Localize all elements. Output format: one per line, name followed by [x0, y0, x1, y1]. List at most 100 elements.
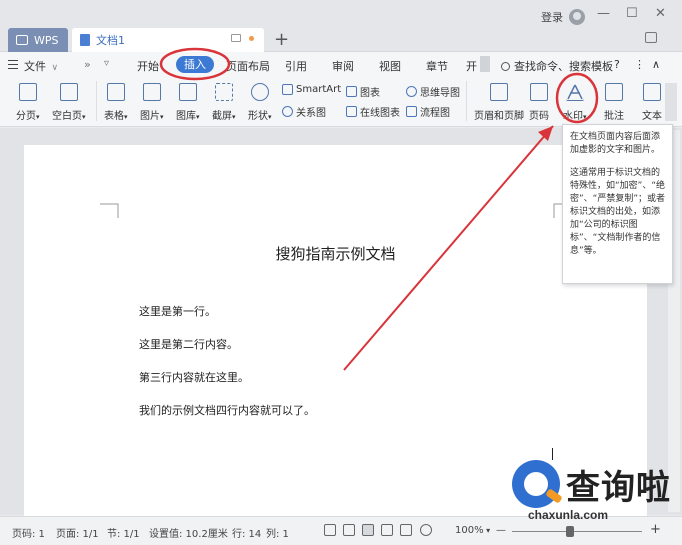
- monitor-icon[interactable]: [231, 34, 241, 42]
- new-tab-button[interactable]: +: [274, 29, 289, 50]
- header-footer-label: 页眉和页脚: [474, 111, 524, 122]
- chart-icon: [346, 86, 357, 97]
- site-logo: 查询啦 chaxunla.com: [508, 456, 676, 522]
- menu-bar: 文件 ∨ » ▿ 开始 插入 页面布局 引用 审阅 视图 章节 开 查找命令、搜…: [0, 52, 682, 77]
- document-line-1[interactable]: 这里是第一行。: [139, 303, 216, 319]
- header-footer-button[interactable]: 页眉和页脚: [474, 83, 524, 122]
- collapse-ribbon-button[interactable]: ∧: [652, 58, 660, 71]
- comment-button[interactable]: 批注: [604, 83, 624, 122]
- tab-wps-home[interactable]: WPS: [8, 28, 68, 52]
- help-button[interactable]: ?: [614, 58, 620, 71]
- chart-label: 图表: [360, 88, 380, 99]
- document-line-4[interactable]: 我们的示例文档四行内容就可以了。: [139, 402, 315, 418]
- search-icon: [501, 61, 510, 71]
- menu-file-label: 文件: [24, 60, 46, 73]
- screenshot-icon: [214, 83, 233, 101]
- menu-more-button[interactable]: »: [84, 58, 91, 71]
- hamburger-icon[interactable]: [8, 60, 18, 69]
- smartart-label: SmartArt: [296, 84, 342, 95]
- login-button[interactable]: 登录: [541, 9, 585, 25]
- page-break-label: 分页: [16, 111, 36, 122]
- chart-button[interactable]: 图表: [346, 84, 380, 99]
- menu-tab-home[interactable]: 开始: [137, 58, 159, 74]
- document-line-2[interactable]: 这里是第二行内容。: [139, 336, 238, 352]
- menu-tab-page-layout[interactable]: 页面布局: [226, 58, 270, 74]
- picture-label: 图片: [140, 111, 160, 122]
- zoom-level-value: 100%: [455, 525, 484, 536]
- menu-scroll-icon[interactable]: [480, 56, 490, 72]
- flowchart-button[interactable]: 流程图: [406, 104, 450, 119]
- table-button[interactable]: 表格▾: [104, 83, 128, 122]
- textbox-button[interactable]: 文本: [642, 83, 662, 122]
- document-line-3[interactable]: 第三行内容就在这里。: [139, 369, 249, 385]
- menu-tab-insert[interactable]: 插入: [176, 56, 214, 73]
- mindmap-button[interactable]: 思维导图: [406, 84, 460, 99]
- web-view-icon[interactable]: [400, 524, 412, 536]
- menu-tab-review[interactable]: 审阅: [332, 58, 354, 74]
- reading-view-icon[interactable]: [343, 524, 355, 536]
- command-search[interactable]: 查找命令、搜索模板: [501, 58, 613, 74]
- menu-tab-chapter[interactable]: 章节: [426, 58, 448, 74]
- blank-page-icon: [59, 83, 78, 101]
- header-footer-icon: [490, 83, 508, 101]
- screenshot-button[interactable]: 截屏▾: [212, 83, 236, 122]
- zoom-in-button[interactable]: +: [650, 522, 661, 537]
- relation-chart-button[interactable]: 关系图: [282, 104, 326, 119]
- chevron-down-icon: ∨: [51, 63, 59, 73]
- status-pages[interactable]: 页面: 1/1: [56, 525, 99, 540]
- smartart-button[interactable]: SmartArt: [282, 84, 341, 95]
- watermark-tooltip: 水印 在文档页面内容后面添加虚影的文字和图片。 这通常用于标识文档的特殊性，如“…: [562, 124, 673, 284]
- status-column: 列: 1: [266, 529, 289, 540]
- online-chart-button[interactable]: 在线图表: [346, 104, 400, 119]
- maximize-button[interactable]: ☐: [626, 6, 638, 21]
- logo-url: chaxunla.com: [528, 508, 609, 522]
- title-bar: WPS 文档1 + 登录 — ☐ ✕: [0, 0, 682, 52]
- sidebar-toggle-icon[interactable]: [645, 32, 657, 43]
- outline-view-icon[interactable]: [381, 524, 393, 536]
- menu-tab-view[interactable]: 视图: [379, 58, 401, 74]
- gallery-label: 图库: [176, 111, 196, 122]
- menu-file[interactable]: 文件 ∨: [24, 58, 58, 74]
- zoom-out-button[interactable]: —: [496, 525, 506, 536]
- page-number-button[interactable]: 页码: [529, 83, 549, 122]
- avatar-icon: [569, 9, 585, 25]
- quick-dropdown-icon[interactable]: ▿: [104, 58, 109, 69]
- menu-tab-references[interactable]: 引用: [285, 58, 307, 74]
- login-label: 登录: [541, 11, 563, 24]
- page-break-button[interactable]: 分页▾: [16, 83, 40, 122]
- shape-label: 形状: [248, 111, 268, 122]
- shape-button[interactable]: 形状▾: [248, 83, 272, 122]
- close-button[interactable]: ✕: [655, 6, 666, 21]
- status-row: 行: 14: [232, 529, 262, 540]
- eye-protection-icon[interactable]: [420, 524, 432, 536]
- wps-icon: [16, 35, 28, 45]
- document-title[interactable]: 搜狗指南示例文档: [24, 243, 647, 264]
- more-options-icon[interactable]: ⋮: [634, 58, 645, 71]
- tab-document[interactable]: 文档1: [72, 28, 264, 52]
- table-icon: [106, 83, 125, 101]
- watermark-label: 水印: [563, 111, 583, 122]
- magnifier-logo-icon: [512, 460, 560, 508]
- fullscreen-view-icon[interactable]: [324, 524, 336, 536]
- watermark-icon: [565, 83, 584, 101]
- zoom-level[interactable]: 100% ▾: [455, 525, 490, 536]
- blank-page-button[interactable]: 空白页▾: [52, 83, 86, 122]
- gallery-button[interactable]: 图库▾: [176, 83, 200, 122]
- textbox-icon: [643, 83, 661, 101]
- zoom-slider[interactable]: [512, 531, 642, 532]
- page-view-icon[interactable]: [362, 524, 374, 536]
- screenshot-label: 截屏: [212, 111, 232, 122]
- minimize-button[interactable]: —: [597, 6, 610, 21]
- shape-icon: [250, 83, 269, 101]
- watermark-button[interactable]: 水印▾: [563, 83, 587, 122]
- page-number-icon: [530, 83, 548, 101]
- picture-button[interactable]: 图片▾: [140, 83, 164, 122]
- zoom-slider-handle[interactable]: [566, 526, 574, 537]
- tab-document-label: 文档1: [96, 34, 125, 47]
- picture-icon: [142, 83, 161, 101]
- menu-tab-dev[interactable]: 开: [466, 58, 477, 74]
- ribbon-scroll-right-icon[interactable]: [665, 83, 677, 121]
- mindmap-icon: [406, 86, 417, 97]
- comment-label: 批注: [604, 111, 624, 122]
- online-chart-label: 在线图表: [360, 108, 400, 119]
